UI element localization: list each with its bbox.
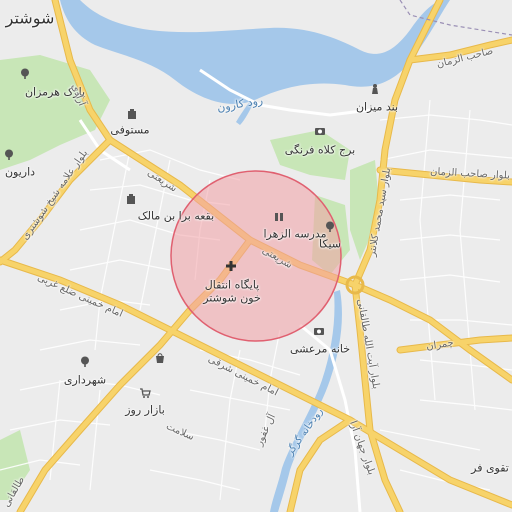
poi-blood-center-line1[interactable]: پایگاه انتقال xyxy=(205,279,260,292)
search-radius-circle xyxy=(170,170,342,342)
tree-icon[interactable] xyxy=(3,148,15,166)
cross-icon[interactable] xyxy=(225,259,237,277)
poi-sika[interactable]: سیکا xyxy=(319,238,341,251)
tree-icon[interactable] xyxy=(19,67,31,85)
bag-icon[interactable] xyxy=(154,351,166,369)
building-icon[interactable] xyxy=(125,192,137,210)
poi-burj-kolah-farangi[interactable]: برج کلاه فرنگی xyxy=(285,144,355,157)
tree-icon[interactable] xyxy=(79,355,91,373)
poi-mostofi[interactable]: مستوفی xyxy=(110,124,149,137)
poi-khane-marashi[interactable]: خانه مرعشی xyxy=(290,343,350,356)
cart-icon[interactable] xyxy=(139,386,151,404)
poi-taghva-far[interactable]: تقوی فر xyxy=(471,462,509,475)
poi-buqe-bera[interactable]: بقعه برا بن مالک xyxy=(138,210,214,223)
city-label: شوشتر xyxy=(5,8,55,28)
building-icon[interactable] xyxy=(126,107,138,125)
camera-icon[interactable] xyxy=(313,324,325,342)
poi-shahrdari[interactable]: شهرداری xyxy=(64,374,106,387)
camera-icon[interactable] xyxy=(314,124,326,142)
monument-icon[interactable] xyxy=(369,82,381,100)
poi-madrese-zahra[interactable]: مدرسه الزهرا xyxy=(264,228,327,241)
school-icon[interactable] xyxy=(273,210,285,228)
map-base-layer xyxy=(0,0,512,512)
poi-daryoon[interactable]: داریون xyxy=(5,166,35,179)
map-view[interactable]: شوشتر رود کارون پارک هرمزان داریون مستوف… xyxy=(0,0,512,512)
poi-band-mizan[interactable]: بند میزان xyxy=(356,101,398,114)
poi-bazar-rooz[interactable]: بازار روز xyxy=(125,404,165,417)
poi-blood-center-line2[interactable]: خون شوشتر xyxy=(203,292,261,305)
